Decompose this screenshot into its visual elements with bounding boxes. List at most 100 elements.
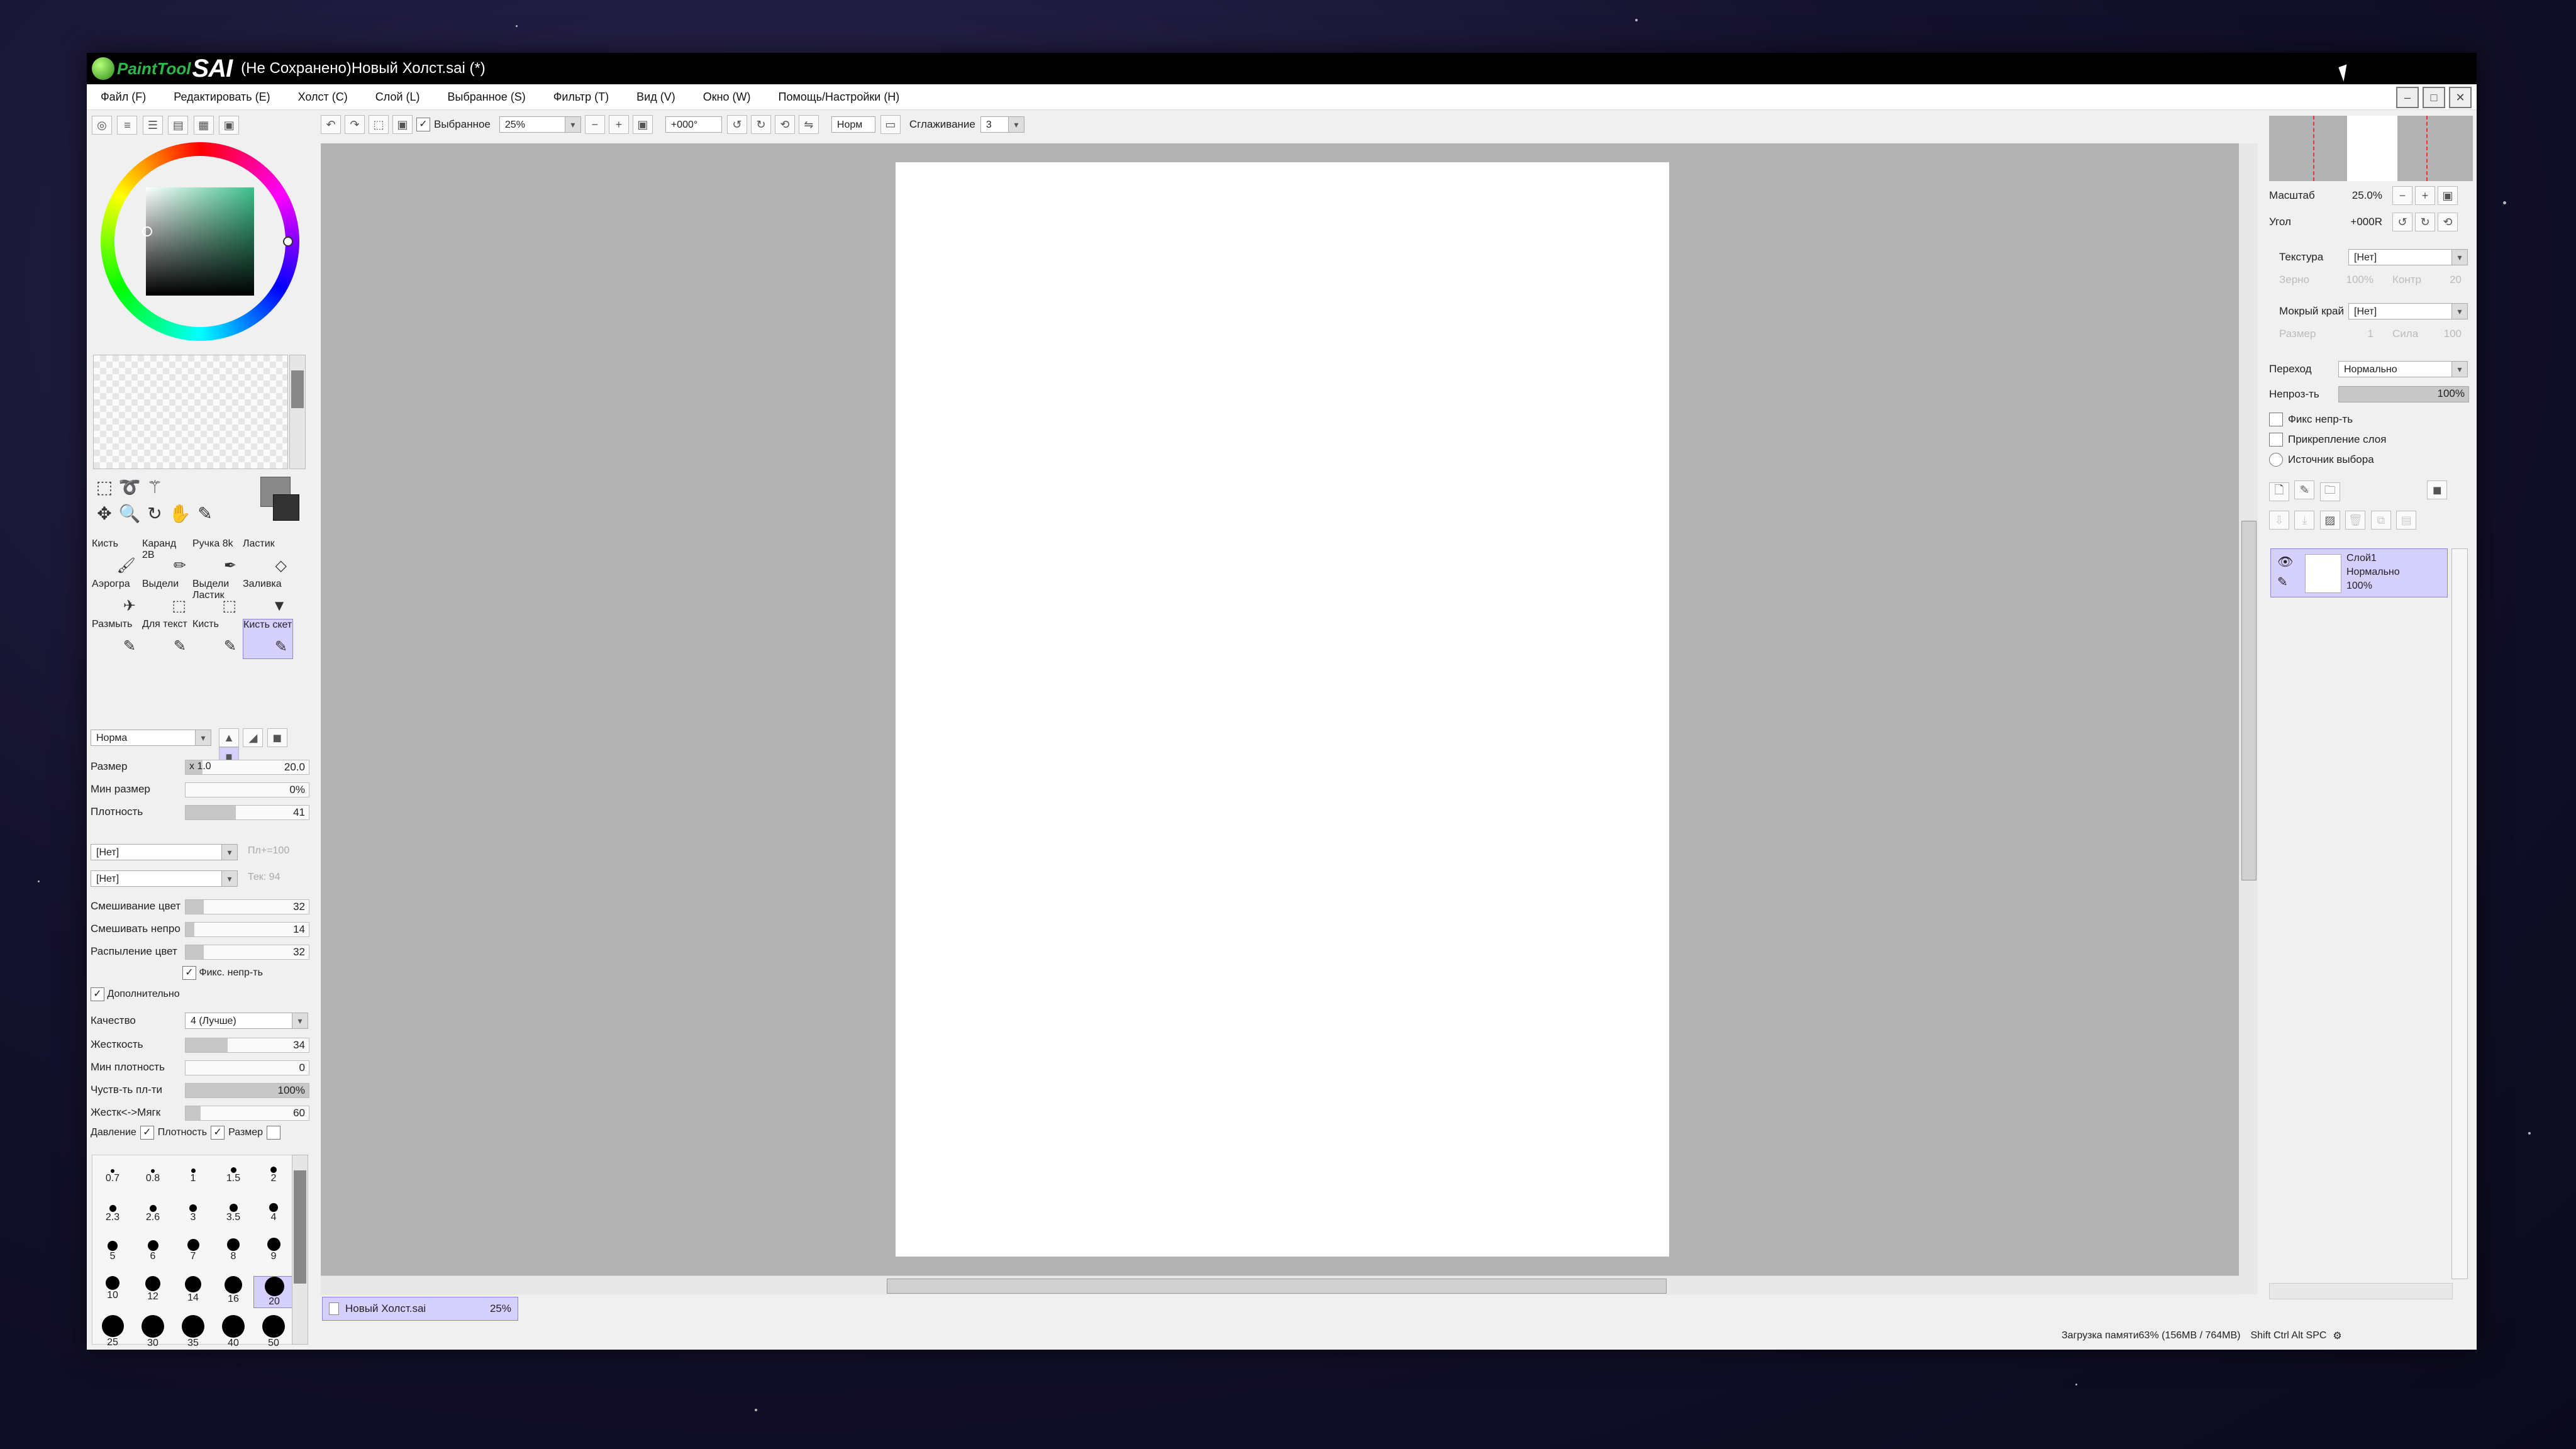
menu-view[interactable]: Вид (V)	[623, 91, 689, 104]
min-density-slider[interactable]: 0	[185, 1060, 309, 1075]
clear-layer-icon[interactable]: ▨	[2319, 511, 2340, 530]
nav-zoom-reset-icon[interactable]: ▣	[2438, 186, 2458, 205]
rotate-left-icon[interactable]: ↺	[726, 115, 747, 134]
rect-select-icon[interactable]: ⬚	[93, 475, 116, 498]
brush-slot[interactable]: Аэрогра ✈	[92, 579, 141, 618]
opacity-slider[interactable]: 100%	[2338, 386, 2469, 402]
rotate-reset-icon[interactable]: ⟲	[774, 115, 795, 134]
mix-color-slider[interactable]: 32	[185, 899, 309, 914]
layer-list-scrollbar[interactable]	[2451, 548, 2468, 1279]
hsv-slider-mode-icon[interactable]: ☰	[142, 116, 163, 135]
brush-size-cell[interactable]: 12	[133, 1276, 173, 1302]
brush-slot[interactable]: Ластик ◇	[243, 538, 292, 577]
zoom-out-icon[interactable]: −	[584, 115, 605, 134]
brush-size-cell[interactable]: 3.5	[213, 1198, 253, 1223]
brush-size-cell[interactable]: 50	[253, 1315, 294, 1349]
brush-size-cell[interactable]: 20	[253, 1276, 295, 1308]
brush-size-cell[interactable]: 2.3	[92, 1198, 133, 1223]
clip-layer-checkbox[interactable]	[2269, 433, 2283, 447]
brush-slot-selected[interactable]: Кисть скет ✎	[243, 619, 293, 659]
brush-slot[interactable]: Кисть ✎	[192, 619, 242, 658]
menu-edit[interactable]: Редактировать (E)	[160, 91, 284, 104]
brush-size-cell[interactable]: 25	[92, 1315, 133, 1348]
scrollbar-thumb[interactable]	[887, 1279, 1667, 1294]
scratchpad-mode-icon[interactable]: ▣	[219, 116, 240, 135]
brush-size-scrollbar[interactable]	[292, 1155, 308, 1345]
view-mode-select[interactable]: Норм	[831, 116, 875, 133]
nav-angle-value[interactable]: +000R	[2313, 216, 2382, 228]
menu-selection[interactable]: Выбранное (S)	[434, 91, 540, 104]
hue-handle[interactable]	[283, 236, 293, 247]
zoom-select[interactable]: 25% ▾	[499, 116, 581, 133]
blend-select[interactable]: Нормально ▾	[2338, 361, 2468, 377]
brush-mode-select[interactable]: Норма ▾	[91, 730, 211, 746]
menu-file[interactable]: Файл (F)	[87, 91, 160, 104]
brush-size-cell[interactable]: 10	[92, 1276, 133, 1301]
layer-fix-opacity-checkbox[interactable]	[2269, 413, 2283, 426]
scratchpad[interactable]	[93, 355, 288, 469]
brush-size-cell[interactable]: 9	[253, 1237, 294, 1262]
brush-slot[interactable]: Размыть ✎	[92, 619, 141, 658]
texture-select-1[interactable]: [Нет] ▾	[91, 844, 238, 860]
scratchpad-scrollbar[interactable]	[289, 355, 306, 469]
delete-layer-icon[interactable]: 🗑	[2345, 511, 2366, 530]
merge-down-icon[interactable]: ⤓	[2294, 511, 2315, 530]
new-folder-icon[interactable]: 🗀	[2319, 482, 2340, 501]
color-mix-mode-icon[interactable]: ▤	[168, 116, 189, 135]
invert-select-icon[interactable]: ▣	[392, 115, 413, 134]
brush-size-cell[interactable]: 30	[133, 1315, 173, 1349]
angle-input[interactable]: +000°	[665, 116, 722, 133]
brush-slot[interactable]: Ручка 8k ✒	[192, 538, 242, 577]
rotate-icon[interactable]: ↻	[143, 502, 166, 525]
undo-icon[interactable]: ↶	[321, 115, 341, 134]
brush-slot[interactable]: Каранд 2B ✏	[142, 538, 191, 577]
smoothing-select[interactable]: 3 ▾	[980, 116, 1024, 133]
fix-opacity-checkbox[interactable]: ✓	[182, 966, 196, 980]
new-linework-layer-icon[interactable]: ✎	[2294, 480, 2315, 499]
nav-zoom-value[interactable]: 25.0%	[2313, 189, 2382, 202]
color-wheel-mode-icon[interactable]: ◎	[92, 116, 112, 135]
color-wheel[interactable]	[101, 142, 299, 341]
flatten-icon[interactable]: ▤	[2396, 511, 2417, 530]
canvas-area[interactable]	[321, 143, 2239, 1275]
pressure-extra-checkbox[interactable]	[267, 1126, 281, 1140]
selection-source-checkbox[interactable]	[2269, 453, 2283, 467]
brush-size-cell[interactable]: 4	[253, 1198, 294, 1223]
menu-layer[interactable]: Слой (L)	[362, 91, 434, 104]
move-icon[interactable]: ✥	[93, 502, 116, 525]
menu-window[interactable]: Окно (W)	[689, 91, 765, 104]
scrollbar-thumb[interactable]	[294, 1170, 306, 1284]
layer-mask-icon[interactable]: ◼	[2427, 480, 2448, 499]
brush-size-cell[interactable]: 40	[213, 1315, 253, 1349]
eyedropper-icon[interactable]: ✎	[194, 502, 216, 525]
lasso-icon[interactable]: ➰	[118, 475, 141, 498]
brush-size-cell[interactable]: 16	[213, 1276, 253, 1305]
rgb-slider-mode-icon[interactable]: ≡	[117, 116, 138, 135]
quality-select[interactable]: 4 (Лучше) ▾	[185, 1013, 308, 1029]
brush-slot[interactable]: Выдели ⬚	[142, 579, 191, 618]
density-slider[interactable]: 41	[185, 805, 309, 820]
canvas-paper[interactable]	[896, 162, 1669, 1257]
deselect-icon[interactable]: ⬚	[369, 115, 389, 134]
eye-icon[interactable]: 👁	[2277, 554, 2293, 570]
nav-zoom-in-icon[interactable]: +	[2415, 186, 2435, 205]
scrollbar-thumb[interactable]	[291, 370, 304, 408]
magic-wand-icon[interactable]: ⚚	[143, 475, 166, 498]
shape-dome-icon[interactable]: ◼	[267, 728, 287, 747]
advanced-checkbox[interactable]: ✓	[91, 987, 104, 1001]
zoom-reset-icon[interactable]: ▣	[632, 115, 653, 134]
hardness-slider[interactable]: 34	[185, 1038, 309, 1053]
zoom-in-icon[interactable]: +	[608, 115, 629, 134]
brush-slot[interactable]: Выдели Ластик ⬚	[192, 579, 242, 618]
hand-icon[interactable]: ✋	[169, 502, 191, 525]
layer-texture-select[interactable]: [Нет] ▾	[2348, 249, 2468, 265]
brush-size-cell[interactable]: 3	[173, 1198, 213, 1223]
layer-list-hscroll[interactable]	[2269, 1283, 2453, 1299]
wet-edge-select[interactable]: [Нет] ▾	[2348, 303, 2468, 319]
brush-slot[interactable]: Для текст ✎	[142, 619, 191, 658]
nav-rotate-right-icon[interactable]: ↻	[2415, 213, 2435, 231]
brush-slot[interactable]: Кисть 🖌	[92, 538, 141, 577]
brush-size-cell[interactable]: 8	[213, 1237, 253, 1262]
document-tab[interactable]: Новый Холст.sai 25%	[322, 1297, 518, 1321]
menu-filter[interactable]: Фильтр (T)	[540, 91, 623, 104]
